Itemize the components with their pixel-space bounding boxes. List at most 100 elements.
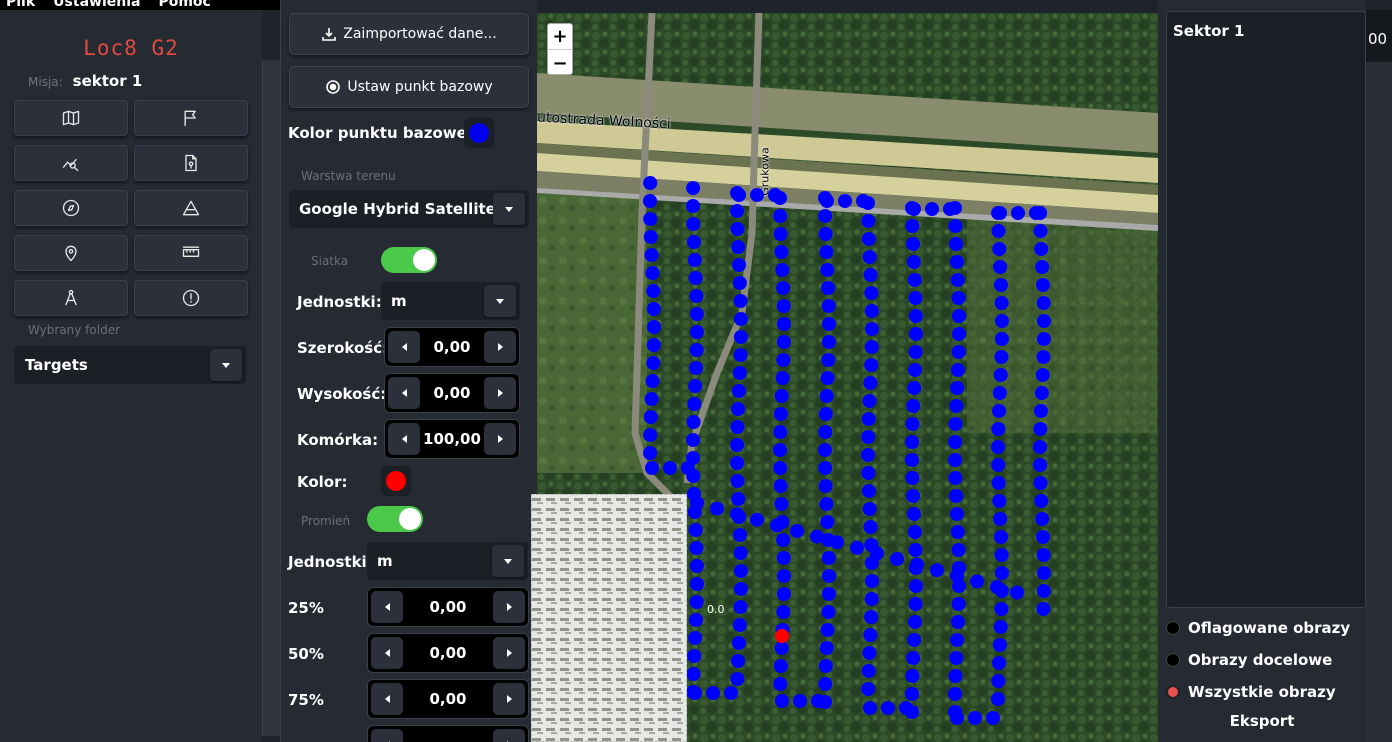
- flight-point[interactable]: [776, 569, 791, 583]
- flight-point[interactable]: [907, 202, 921, 216]
- flight-point[interactable]: [776, 533, 791, 547]
- menu-settings[interactable]: Ustawienia: [53, 0, 140, 10]
- grid-toggle[interactable]: [381, 247, 437, 273]
- flight-point[interactable]: [993, 278, 1008, 292]
- flight-point[interactable]: [907, 273, 922, 287]
- sector-list[interactable]: Sektor 1: [1166, 11, 1366, 608]
- flight-point[interactable]: [732, 618, 747, 632]
- flight-point[interactable]: [818, 677, 833, 691]
- flight-point[interactable]: [907, 525, 922, 539]
- flight-point[interactable]: [1010, 585, 1024, 600]
- flight-point[interactable]: [821, 317, 836, 331]
- flight-point[interactable]: [994, 350, 1009, 364]
- flight-point[interactable]: [688, 271, 703, 285]
- flight-point[interactable]: [689, 559, 704, 573]
- flight-point[interactable]: [645, 374, 660, 388]
- flight-point[interactable]: [949, 489, 964, 503]
- flight-point[interactable]: [732, 528, 747, 542]
- flight-point[interactable]: [731, 240, 746, 254]
- flag-button[interactable]: [134, 100, 248, 136]
- flight-point[interactable]: [750, 188, 764, 202]
- flight-point[interactable]: [643, 176, 658, 190]
- flight-point[interactable]: [776, 605, 791, 619]
- cell-decrement-button[interactable]: [388, 423, 420, 455]
- flight-point[interactable]: [1035, 278, 1050, 292]
- flight-point[interactable]: [861, 430, 876, 444]
- flight-point[interactable]: [1029, 206, 1043, 220]
- flight-point[interactable]: [1036, 566, 1051, 580]
- flight-point[interactable]: [925, 202, 939, 216]
- flight-point[interactable]: [731, 384, 746, 398]
- flight-point[interactable]: [688, 631, 703, 645]
- flight-point[interactable]: [1036, 548, 1051, 562]
- flight-point[interactable]: [907, 615, 922, 629]
- flight-point[interactable]: [1034, 242, 1049, 256]
- flight-point[interactable]: [863, 520, 878, 534]
- flight-point[interactable]: [991, 656, 1006, 670]
- drafting-button[interactable]: [14, 280, 128, 316]
- flight-point[interactable]: [905, 471, 920, 485]
- flight-point[interactable]: [731, 654, 746, 668]
- flight-point[interactable]: [1036, 350, 1051, 364]
- compass-button[interactable]: [14, 190, 128, 226]
- flight-point[interactable]: [949, 507, 964, 521]
- flight-point[interactable]: [818, 227, 833, 241]
- flight-point[interactable]: [686, 235, 701, 249]
- flight-point[interactable]: [774, 245, 789, 259]
- flight-point[interactable]: [864, 340, 879, 354]
- set-base-point-button[interactable]: Ustaw punkt bazowy: [289, 66, 529, 108]
- flight-point[interactable]: [732, 258, 747, 272]
- flight-point[interactable]: [906, 399, 921, 413]
- flight-point[interactable]: [905, 435, 920, 449]
- flight-point[interactable]: [993, 368, 1008, 382]
- p25-decrement-button[interactable]: [371, 591, 403, 623]
- flight-point[interactable]: [1035, 368, 1050, 382]
- flight-point[interactable]: [773, 443, 788, 457]
- flight-point[interactable]: [776, 281, 791, 295]
- flight-point[interactable]: [864, 322, 879, 336]
- p75-increment-button[interactable]: [493, 683, 525, 715]
- flight-point[interactable]: [689, 541, 704, 555]
- flight-point[interactable]: [908, 345, 923, 359]
- flight-point[interactable]: [773, 425, 788, 439]
- flight-point[interactable]: [1036, 602, 1051, 616]
- flight-point[interactable]: [773, 479, 788, 493]
- flight-point[interactable]: [770, 518, 784, 533]
- flight-point[interactable]: [991, 224, 1006, 238]
- flight-point[interactable]: [820, 371, 835, 385]
- flight-point[interactable]: [689, 595, 704, 609]
- flight-point[interactable]: [689, 307, 704, 321]
- flight-point[interactable]: [730, 222, 745, 236]
- flight-point[interactable]: [863, 376, 878, 390]
- flight-point[interactable]: [991, 476, 1006, 490]
- flight-point[interactable]: [1036, 296, 1051, 310]
- flight-point[interactable]: [646, 284, 661, 298]
- flight-point[interactable]: [991, 440, 1006, 454]
- flight-point[interactable]: [907, 633, 922, 647]
- flight-point[interactable]: [686, 667, 701, 681]
- flight-point[interactable]: [948, 471, 963, 485]
- radius-units-dropdown-button[interactable]: [492, 545, 524, 577]
- flight-point[interactable]: [950, 711, 964, 725]
- flight-point[interactable]: [948, 219, 963, 233]
- flight-point[interactable]: [730, 672, 745, 686]
- flight-point[interactable]: [861, 484, 876, 498]
- flight-point[interactable]: [850, 540, 864, 555]
- flight-point[interactable]: [733, 348, 748, 362]
- flight-point[interactable]: [768, 188, 782, 202]
- legend-all[interactable]: Wszystkie obrazy: [1166, 683, 1336, 701]
- flight-point[interactable]: [861, 448, 876, 462]
- flight-point[interactable]: [686, 217, 701, 231]
- cell-value[interactable]: 100,00: [420, 430, 484, 448]
- flight-point[interactable]: [733, 294, 748, 308]
- flight-point[interactable]: [690, 496, 704, 510]
- p50-increment-button[interactable]: [493, 637, 525, 669]
- flight-point[interactable]: [821, 587, 836, 601]
- flight-point[interactable]: [773, 659, 788, 673]
- flight-point[interactable]: [775, 694, 789, 708]
- flight-point[interactable]: [950, 615, 965, 629]
- flight-point[interactable]: [819, 641, 834, 655]
- p25-value[interactable]: 0,00: [403, 598, 493, 616]
- flight-point[interactable]: [994, 296, 1009, 310]
- flight-point[interactable]: [643, 230, 658, 244]
